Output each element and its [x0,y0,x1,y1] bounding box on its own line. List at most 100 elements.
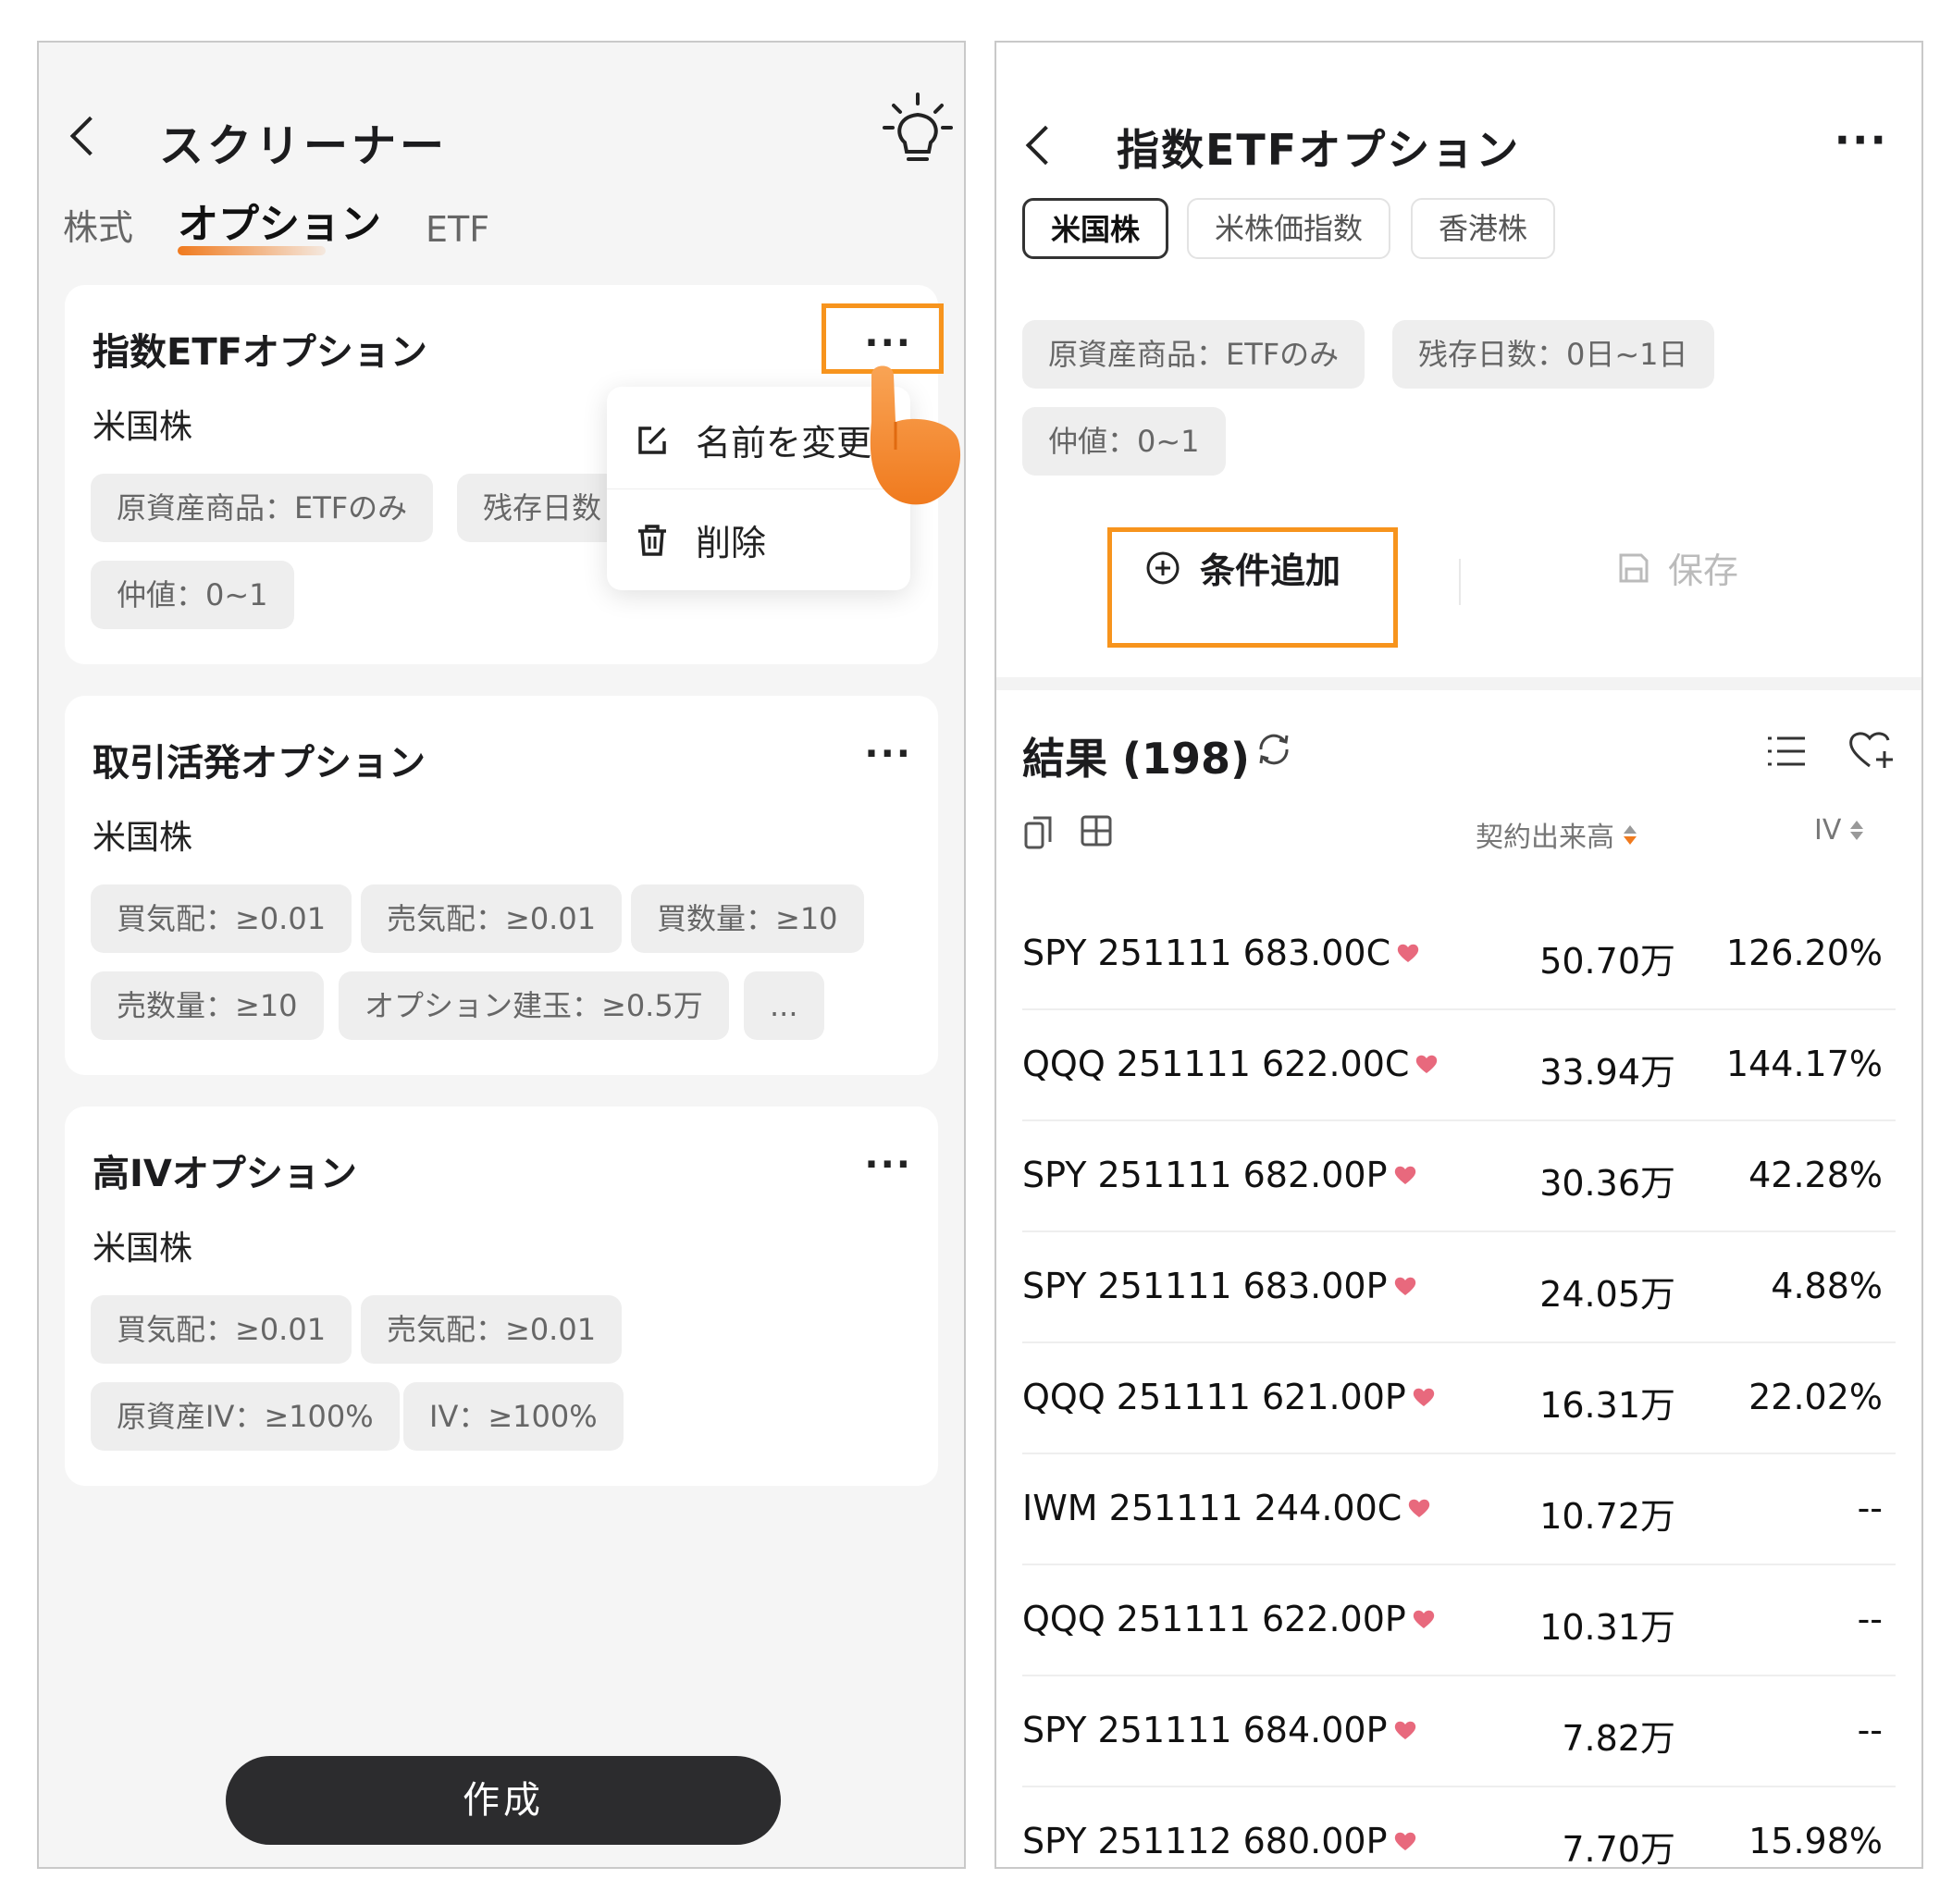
edit-icon [638,426,666,454]
filter-chip: 買気配：≥0.01 [91,1295,352,1364]
filter-chip: オプション建玉：≥0.5万 [339,971,729,1040]
tab-stocks[interactable]: 株式 [63,199,133,250]
table-row[interactable]: SPY 251111 682.00P 30.36万 42.28% [1022,1121,1896,1232]
card-market: 米国株 [93,408,193,446]
card-market: 米国株 [93,819,193,857]
screener-tabs: 株式 オプション ETF [63,191,534,255]
save-label: 保存 [1668,550,1739,591]
back-icon[interactable] [1025,125,1066,166]
heart-icon [1394,1166,1415,1184]
screener-detail-panel: 指数ETFオプション ··· 米国株 米株価指数 香港株 原資産商品：ETFのみ… [995,41,1923,1869]
option-symbol: QQQ 251111 622.00C [1022,1044,1410,1084]
market-tab-us-index[interactable]: 米株価指数 [1187,198,1391,259]
section-gap [996,677,1921,690]
delete-menu-item[interactable]: 削除 [635,514,766,565]
symbol-cell: SPY 251111 683.00C [1022,933,1420,973]
volume-cell: 50.70万 [1539,941,1675,982]
page-title: スクリーナー [159,120,449,172]
more-button[interactable]: ··· [864,733,912,775]
filter-chip[interactable]: 仲値：0~1 [1022,407,1226,476]
symbol-cell: QQQ 251111 621.00P [1022,1377,1436,1417]
symbol-cell: SPY 251111 683.00P [1022,1266,1417,1306]
iv-cell: -- [1857,1710,1883,1750]
option-symbol: SPY 251111 682.00P [1022,1155,1388,1195]
heart-icon [1413,1388,1435,1406]
table-row[interactable]: SPY 251111 684.00P 7.82万 -- [1022,1676,1896,1787]
heart-add-icon[interactable] [1847,727,1896,772]
filter-chip: 原資産商品：ETFのみ [91,474,434,542]
filter-chip[interactable]: 原資産商品：ETFのみ [1022,320,1365,389]
divider [1459,559,1461,605]
heart-icon [1394,1277,1415,1295]
iv-cell: 4.88% [1771,1266,1883,1306]
table-row[interactable]: QQQ 251111 622.00P 10.31万 -- [1022,1565,1896,1676]
table-row[interactable]: SPY 251111 683.00P 24.05万 4.88% [1022,1232,1896,1343]
volume-cell: 10.31万 [1539,1607,1675,1648]
trash-icon [638,524,666,556]
filter-chip: 買気配：≥0.01 [91,884,352,953]
copy-icon[interactable] [1022,814,1056,851]
save-icon [1619,553,1649,582]
iv-cell: -- [1857,1599,1883,1639]
tab-options[interactable]: オプション [178,191,382,255]
symbol-cell: SPY 251111 684.00P [1022,1710,1417,1750]
heart-icon [1416,1055,1438,1073]
card-market: 米国株 [93,1230,193,1267]
filter-chip: 仲値：0~1 [91,561,294,629]
tab-etf[interactable]: ETF [426,209,489,250]
save-button[interactable]: 保存 [1616,542,1738,593]
column-header-iv[interactable]: IV [1814,814,1864,847]
option-symbol: SPY 251111 683.00C [1022,933,1391,973]
refresh-icon[interactable] [1254,729,1294,770]
rename-menu-item[interactable]: 名前を変更 [635,414,871,465]
heart-icon [1397,944,1419,962]
card-title: 指数ETFオプション [93,331,427,374]
more-button[interactable]: ··· [864,1144,912,1186]
screener-card[interactable]: 取引活発オプション ··· 米国株 買気配：≥0.01 売気配：≥0.01 買数… [65,696,938,1075]
table-row[interactable]: SPY 251111 683.00C 50.70万 126.20% [1022,899,1896,1010]
heart-icon [1394,1721,1415,1739]
filter-chip: 原資産IV：≥100% [91,1382,400,1451]
symbol-cell: SPY 251111 682.00P [1022,1155,1417,1195]
more-chips[interactable]: ... [744,971,824,1040]
filter-chip: 買数量：≥10 [631,884,864,953]
symbol-cell: QQQ 251111 622.00C [1022,1044,1439,1084]
more-button[interactable]: ··· [1835,115,1888,165]
filter-chip: 売数量：≥10 [91,971,324,1040]
table-row[interactable]: QQQ 251111 622.00C 33.94万 144.17% [1022,1010,1896,1121]
list-icon[interactable] [1764,729,1809,773]
filter-chip: 売気配：≥0.01 [361,1295,623,1364]
column-volume-label: 契約出来高 [1476,822,1614,854]
column-header-volume[interactable]: 契約出来高 [1476,814,1637,855]
table-row[interactable]: SPY 251112 680.00P 7.70万 15.98% [1022,1787,1896,1867]
iv-cell: -- [1857,1488,1883,1528]
back-icon[interactable] [69,116,110,156]
card-title: 取引活発オプション [93,742,426,785]
symbol-cell: SPY 251112 680.00P [1022,1821,1417,1861]
iv-cell: 42.28% [1748,1155,1883,1195]
page-title: 指数ETFオプション [1117,125,1521,175]
screener-card[interactable]: 高IVオプション ··· 米国株 買気配：≥0.01 売気配：≥0.01 原資産… [65,1107,938,1486]
lightbulb-icon[interactable] [881,89,955,181]
volume-cell: 33.94万 [1539,1052,1675,1093]
table-row[interactable]: QQQ 251111 621.00P 16.31万 22.02% [1022,1343,1896,1454]
iv-cell: 22.02% [1748,1377,1883,1417]
option-symbol: SPY 251111 684.00P [1022,1710,1388,1750]
grid-icon[interactable] [1080,814,1113,847]
volume-cell: 10.72万 [1539,1496,1675,1537]
iv-cell: 15.98% [1748,1821,1883,1861]
symbol-cell: QQQ 251111 622.00P [1022,1599,1436,1639]
market-tab-us[interactable]: 米国株 [1022,198,1169,259]
market-tab-hk[interactable]: 香港株 [1411,198,1556,259]
sort-icon [1850,821,1864,840]
option-symbol: SPY 251112 680.00P [1022,1821,1388,1861]
iv-cell: 126.20% [1725,933,1883,973]
tab-options-label: オプション [178,201,382,248]
tab-underline [178,246,327,255]
table-row[interactable]: IWM 251111 244.00C 10.72万 -- [1022,1454,1896,1565]
filter-chip[interactable]: 残存日数：0日~1日 [1392,320,1714,389]
option-symbol: QQQ 251111 622.00P [1022,1599,1406,1639]
rename-label: 名前を変更 [696,423,872,464]
symbol-cell: IWM 251111 244.00C [1022,1488,1431,1528]
create-button[interactable]: 作成 [226,1756,781,1845]
